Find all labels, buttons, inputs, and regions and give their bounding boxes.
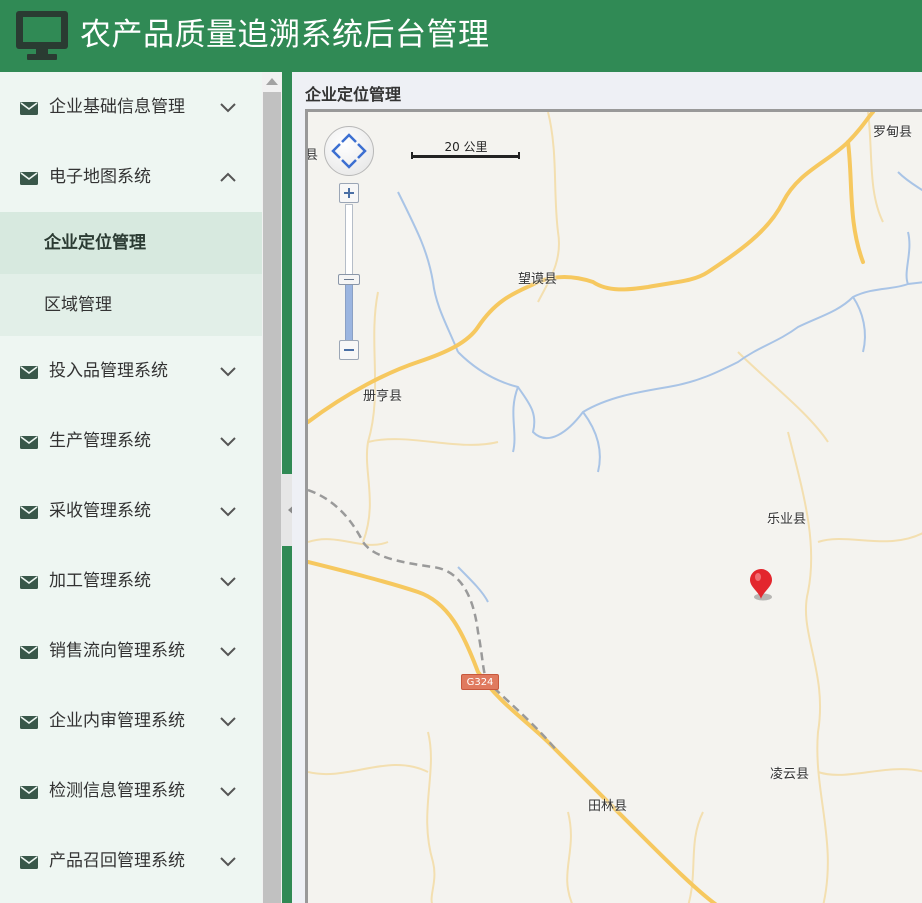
road-shield: G324 (461, 674, 499, 690)
sidebar-item-label: 投入品管理系统 (49, 361, 168, 381)
scroll-up-arrow-icon[interactable] (266, 78, 278, 85)
map-scale-label: 20 公里 (444, 140, 488, 154)
envelope-icon (20, 170, 38, 189)
sidebar-item-inspection[interactable]: 检测信息管理系统 (0, 756, 262, 826)
map-place-label: 望谟县 (518, 272, 558, 287)
map-place-label: 册亨县 (363, 389, 403, 404)
pan-arrows-icon (331, 133, 367, 169)
scale-bar (411, 155, 519, 158)
sidebar-item-label: 企业内审管理系统 (49, 711, 185, 731)
monitor-icon (16, 11, 68, 65)
sidebar-item-label: 销售流向管理系统 (49, 641, 185, 661)
chevron-down-icon (219, 853, 237, 872)
page-title: 企业定位管理 (305, 85, 402, 104)
sidebar-item-inputs[interactable]: 投入品管理系统 (0, 336, 262, 406)
envelope-icon (20, 100, 38, 119)
sidebar-item-label: 采收管理系统 (49, 501, 151, 521)
chevron-up-icon (219, 169, 237, 188)
map-canvas (308, 112, 922, 903)
sidebar-item-processing[interactable]: 加工管理系统 (0, 546, 262, 616)
envelope-icon (20, 714, 38, 733)
map-pan-control[interactable] (324, 126, 374, 176)
chevron-down-icon (219, 713, 237, 732)
envelope-icon (20, 644, 38, 663)
map-place-label: 罗甸县 (873, 125, 913, 140)
scrollbar-thumb[interactable] (263, 92, 281, 903)
envelope-icon (20, 434, 38, 453)
sidebar-scrollbar[interactable] (262, 72, 282, 903)
map-place-label: 田林县 (588, 799, 628, 814)
scale-tick (518, 152, 520, 159)
zoom-slider-handle[interactable] (338, 274, 360, 285)
sidebar-item-label: 产品召回管理系统 (49, 851, 185, 871)
sidebar-item-sales-flow[interactable]: 销售流向管理系统 (0, 616, 262, 686)
chevron-down-icon (219, 783, 237, 802)
sidebar-item-production[interactable]: 生产管理系统 (0, 406, 262, 476)
sidebar-item-emap[interactable]: 电子地图系统 (0, 142, 262, 212)
sidebar-item-label: 生产管理系统 (49, 431, 151, 451)
app-header: 农产品质量追溯系统后台管理 (0, 0, 922, 72)
envelope-icon (20, 574, 38, 593)
submenu-emap: 企业定位管理 区域管理 (0, 212, 262, 336)
map-scale: 20 公里 (411, 138, 521, 159)
envelope-icon (20, 504, 38, 523)
sidebar-item-label: 电子地图系统 (49, 167, 151, 187)
sidebar-item-harvest[interactable]: 采收管理系统 (0, 476, 262, 546)
map-place-label: 乐业县 (767, 512, 807, 527)
chevron-down-icon (219, 363, 237, 382)
sidebar-subitem-label: 企业定位管理 (44, 233, 146, 253)
sidebar: 企业基础信息管理 电子地图系统 企业定位管理 区域管理 投入品管理系统 生产管理… (0, 72, 262, 903)
sidebar-item-label: 加工管理系统 (49, 571, 151, 591)
sidebar-item-enterprise-info[interactable]: 企业基础信息管理 (0, 72, 262, 142)
sidebar-item-label: 检测信息管理系统 (49, 781, 185, 801)
scale-tick (411, 152, 413, 159)
envelope-icon (20, 364, 38, 383)
zoom-in-button[interactable] (339, 183, 359, 203)
chevron-down-icon (219, 99, 237, 118)
zoom-slider-fill (345, 284, 353, 342)
sidebar-item-label: 企业基础信息管理 (49, 97, 185, 117)
envelope-icon (20, 784, 38, 803)
sidebar-subitem-region[interactable]: 区域管理 (0, 274, 262, 336)
map-place-label: 凌云县 (770, 767, 810, 782)
sidebar-item-internal-audit[interactable]: 企业内审管理系统 (0, 686, 262, 756)
sidebar-subitem-enterprise-location[interactable]: 企业定位管理 (0, 212, 262, 274)
app-title: 农产品质量追溯系统后台管理 (80, 17, 490, 53)
sidebar-subitem-label: 区域管理 (44, 295, 112, 315)
map-view[interactable]: 县 罗甸县 望谟县 册亨县 乐业县 凌云县 田林县 G324 20 公里 (305, 109, 922, 903)
chevron-down-icon (219, 643, 237, 662)
envelope-icon (20, 854, 38, 873)
chevron-down-icon (219, 573, 237, 592)
chevron-down-icon (219, 433, 237, 452)
chevron-down-icon (219, 503, 237, 522)
sidebar-item-recall[interactable]: 产品召回管理系统 (0, 826, 262, 896)
zoom-out-button[interactable] (339, 340, 359, 360)
map-place-label: 县 (305, 148, 319, 163)
